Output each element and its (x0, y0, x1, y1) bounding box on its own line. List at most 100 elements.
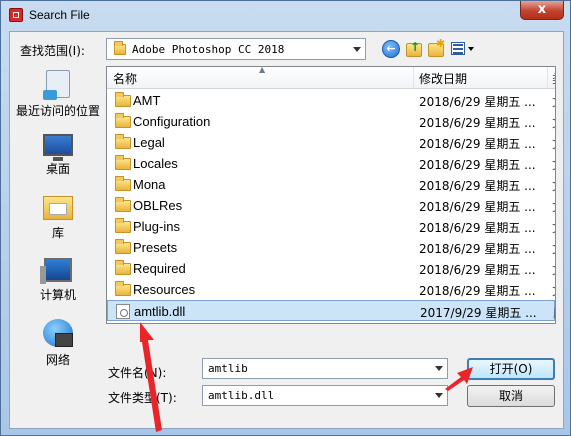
chevron-down-icon[interactable] (435, 393, 443, 398)
folder-row[interactable]: Presets 2018/6/29 星期五 ... 文 (107, 237, 555, 258)
filetype-select[interactable]: amtlib.dll (202, 385, 448, 406)
row-name: Legal (133, 135, 165, 150)
row-date: 2018/6/29 星期五 ... (419, 263, 536, 277)
folder-icon (115, 155, 131, 170)
window-title: Search File (29, 8, 90, 22)
row-type: 文 (552, 198, 555, 215)
row-type: 文 (552, 114, 555, 131)
row-date: 2018/6/29 星期五 ... (419, 221, 536, 235)
network-icon (43, 319, 73, 347)
app-icon (9, 8, 23, 22)
lookin-label: 查找范围(I): (20, 44, 85, 58)
folder-icon (115, 134, 131, 149)
place-label: 最近访问的位置 (15, 104, 100, 118)
file-row-selected[interactable]: amtlib.dll 2017/9/29 星期五 ... 应 (107, 300, 555, 321)
file-list[interactable]: ▲ 名称 修改日期 类 AMT2018/6/29 星期五 ...文Configu… (106, 66, 556, 324)
row-name: amtlib.dll (134, 304, 186, 319)
computer-icon (40, 258, 72, 284)
sort-ascending-icon: ▲ (259, 66, 266, 74)
folder-icon (115, 239, 131, 254)
lookin-combo[interactable]: Adobe Photoshop CC 2018 (106, 38, 366, 60)
place-label: 库 (51, 226, 64, 240)
annotation-arrow (445, 367, 473, 391)
row-date: 2018/6/29 星期五 ... (419, 95, 536, 109)
view-menu-icon[interactable] (451, 41, 475, 57)
place-label: 计算机 (39, 288, 76, 302)
row-name: Presets (133, 240, 178, 255)
chevron-down-icon (468, 47, 474, 51)
open-button[interactable]: 打开(O) (467, 358, 555, 380)
filetype-value: amtlib.dll (208, 389, 275, 402)
row-type: 应 (553, 304, 555, 321)
row-date: 2017/9/29 星期五 ... (420, 306, 537, 320)
recent-places-icon (43, 70, 70, 100)
folder-row[interactable]: AMT 2018/6/29 星期五 ... 文 (107, 90, 555, 111)
row-name: AMT (133, 93, 161, 108)
place-computer[interactable]: 计算机 (14, 258, 102, 303)
view-grid-icon (451, 42, 465, 55)
filename-field[interactable]: amtlib (202, 358, 448, 379)
title-bar[interactable]: Search File x (1, 1, 570, 31)
desktop-icon (43, 134, 73, 161)
row-type: 文 (552, 177, 555, 194)
row-type: 文 (552, 282, 555, 299)
row-date: 2018/6/29 星期五 ... (419, 179, 536, 193)
row-date: 2018/6/29 星期五 ... (419, 200, 536, 214)
folder-row[interactable]: Resources 2018/6/29 星期五 ... 文 (107, 279, 555, 300)
row-name: Resources (133, 282, 196, 297)
libraries-icon (43, 196, 73, 220)
folder-row[interactable]: Configuration 2018/6/29 星期五 ... 文 (107, 111, 555, 132)
place-label: 桌面 (45, 162, 70, 176)
folder-row[interactable]: Plug-ins 2018/6/29 星期五 ... 文 (107, 216, 555, 237)
place-desktop[interactable]: 桌面 (14, 134, 102, 177)
folder-icon (115, 92, 131, 107)
list-header: ▲ 名称 修改日期 类 (107, 67, 555, 89)
lookin-value: Adobe Photoshop CC 2018 (132, 43, 285, 56)
row-name: Mona (133, 177, 166, 192)
folder-row[interactable]: Legal 2018/6/29 星期五 ... 文 (107, 132, 555, 153)
row-date: 2018/6/29 星期五 ... (419, 116, 536, 130)
cancel-button[interactable]: 取消 (467, 385, 555, 407)
row-type: 文 (552, 156, 555, 173)
folder-row[interactable]: OBLRes 2018/6/29 星期五 ... 文 (107, 195, 555, 216)
row-date: 2018/6/29 星期五 ... (419, 242, 536, 256)
folder-row[interactable]: Locales 2018/6/29 星期五 ... 文 (107, 153, 555, 174)
row-date: 2018/6/29 星期五 ... (419, 284, 536, 298)
row-date: 2018/6/29 星期五 ... (419, 137, 536, 151)
places-bar: 最近访问的位置 桌面 库 计算机 网络 (14, 66, 102, 386)
folder-icon (115, 260, 131, 275)
folder-icon (115, 218, 131, 233)
new-folder-icon[interactable]: ✱ (428, 37, 445, 57)
row-name: Plug-ins (133, 219, 180, 234)
folder-icon (115, 113, 131, 128)
row-type: 文 (552, 240, 555, 257)
close-button[interactable]: x (520, 1, 564, 20)
place-label: 网络 (45, 353, 70, 367)
up-folder-icon[interactable]: ↑ (406, 40, 422, 57)
column-header-name[interactable]: 名称 (113, 70, 137, 87)
row-type: 文 (552, 261, 555, 278)
row-name: Required (133, 261, 186, 276)
row-date: 2018/6/29 星期五 ... (419, 158, 536, 172)
chevron-down-icon[interactable] (435, 366, 443, 371)
back-icon[interactable]: ← (382, 40, 400, 58)
place-libraries[interactable]: 库 (14, 196, 102, 241)
filename-value: amtlib (208, 362, 248, 375)
folder-icon (115, 197, 131, 212)
column-header-date[interactable]: 修改日期 (419, 70, 467, 87)
chevron-down-icon[interactable] (353, 47, 361, 52)
row-type: 文 (552, 219, 555, 236)
folder-row[interactable]: Required 2018/6/29 星期五 ... 文 (107, 258, 555, 279)
row-name: OBLRes (133, 198, 183, 213)
folder-icon (115, 176, 131, 191)
row-type: 文 (552, 135, 555, 152)
annotation-arrow (140, 322, 162, 432)
row-name: Configuration (133, 114, 211, 129)
place-recent[interactable]: 最近访问的位置 (14, 70, 102, 119)
folder-icon (114, 41, 126, 55)
row-name: Locales (133, 156, 178, 171)
dll-file-icon (116, 304, 130, 319)
column-header-type[interactable]: 类 (552, 70, 555, 87)
folder-row[interactable]: Mona 2018/6/29 星期五 ... 文 (107, 174, 555, 195)
place-network[interactable]: 网络 (14, 319, 102, 368)
